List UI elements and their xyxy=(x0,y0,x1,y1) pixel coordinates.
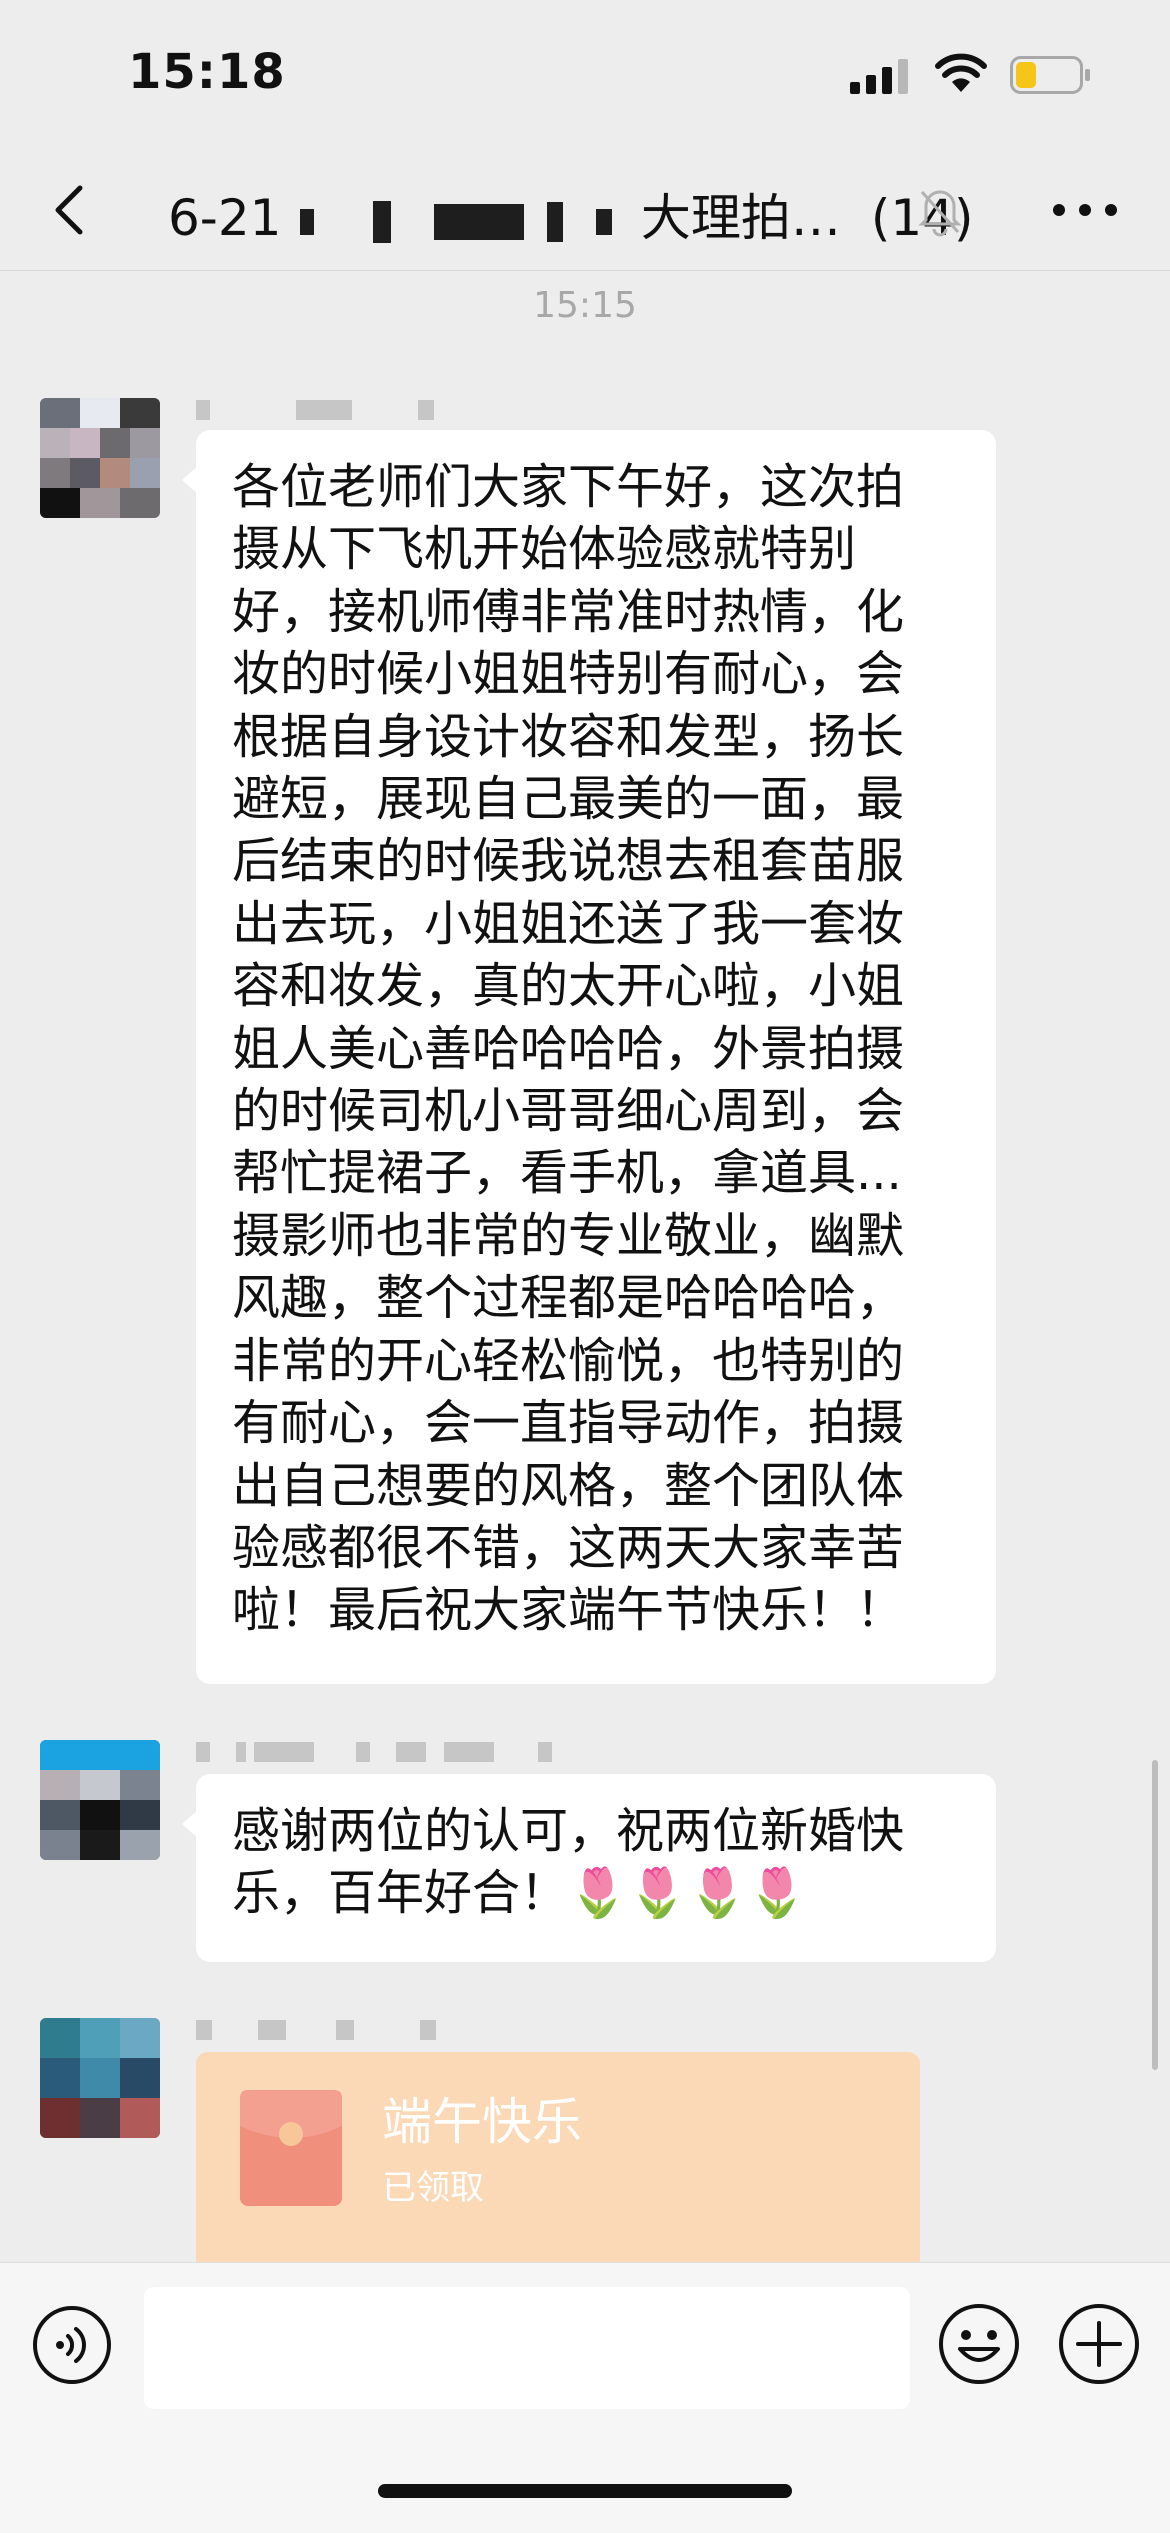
avatar[interactable] xyxy=(40,398,160,518)
scrollbar[interactable] xyxy=(1152,1760,1158,2070)
back-button[interactable] xyxy=(40,172,100,248)
wifi-icon xyxy=(935,53,987,92)
status-bar: 15:18 xyxy=(0,0,1170,150)
bell-off-icon xyxy=(918,190,962,237)
message-timestamp: 15:15 xyxy=(533,285,637,326)
add-button[interactable] xyxy=(1058,2303,1140,2385)
avatar[interactable] xyxy=(40,1740,160,1860)
redacted-block xyxy=(373,200,392,243)
chat-title: 6-21 大理拍… (14) xyxy=(168,178,973,250)
red-packet-status: 已领取 xyxy=(382,2168,484,2208)
message-input[interactable] xyxy=(144,2287,910,2409)
chat-title-suffix: 大理拍… xyxy=(640,189,841,247)
redacted-block xyxy=(434,203,525,240)
message-bubble[interactable]: 各位老师们大家下午好，这次拍 摄从下飞机开始体验感就特别 好，接机师傅非常准时热… xyxy=(182,430,996,1684)
red-packet-card[interactable]: 端午快乐 已领取 xyxy=(196,2052,920,2272)
redacted-block xyxy=(300,208,315,235)
chat-title-prefix: 6-21 xyxy=(168,189,282,247)
message-text: 感谢两位的认可，祝两位新婚快 乐，百年好合！🌷🌷🌷🌷 xyxy=(232,1803,905,1922)
battery-icon xyxy=(1010,56,1090,94)
chat-header: 6-21 大理拍… (14) xyxy=(0,150,1170,271)
more-button[interactable] xyxy=(1050,190,1120,230)
red-envelope-icon xyxy=(240,2090,342,2206)
redacted-block xyxy=(547,201,564,242)
message-text: 各位老师们大家下午好，这次拍 摄从下飞机开始体验感就特别 好，接机师傅非常准时热… xyxy=(232,459,905,1639)
voice-button[interactable] xyxy=(32,2305,112,2385)
signal-icon xyxy=(850,59,908,94)
emoji-button[interactable] xyxy=(938,2303,1020,2385)
avatar[interactable] xyxy=(40,2018,160,2138)
redacted-block xyxy=(596,208,613,235)
home-indicator xyxy=(378,2484,792,2498)
status-time: 15:18 xyxy=(128,44,286,100)
red-packet-title: 端午快乐 xyxy=(382,2093,582,2151)
message-bubble[interactable]: 感谢两位的认可，祝两位新婚快 乐，百年好合！🌷🌷🌷🌷 xyxy=(182,1774,996,1962)
